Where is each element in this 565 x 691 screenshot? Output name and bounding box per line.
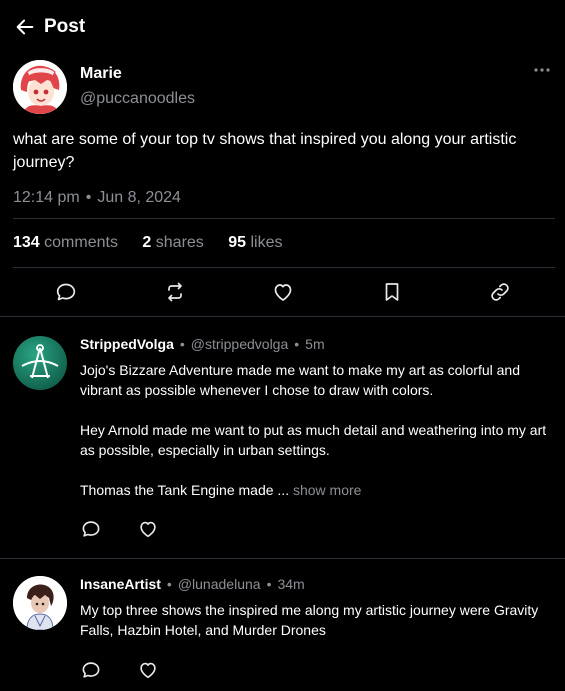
divider <box>13 267 555 268</box>
comment-icon[interactable] <box>54 280 78 304</box>
comment-paragraph: Thomas the Tank Engine made ... <box>80 482 290 498</box>
comments-stat[interactable]: 134 comments <box>13 234 118 252</box>
comment-item: InsaneArtist • @lunadeluna • 34m My top thre… <box>0 558 565 691</box>
comment-paragraph: Hey Arnold made me want to put as much d… <box>80 422 547 458</box>
heart-icon[interactable] <box>271 280 295 304</box>
post-text: what are some of your top tv shows that … <box>13 131 517 171</box>
comment-icon[interactable] <box>80 659 102 681</box>
comment-icon[interactable] <box>80 518 102 540</box>
more-options-icon[interactable] <box>530 62 554 78</box>
separator-dot: • <box>294 336 300 352</box>
avatar[interactable] <box>13 336 67 390</box>
avatar[interactable] <box>13 60 67 114</box>
post-action-bar <box>0 278 565 308</box>
repost-icon[interactable] <box>163 280 187 304</box>
comment-age: 5m <box>305 336 325 352</box>
comment-paragraph: Jojo's Bizzare Adventure made me want to… <box>80 362 520 398</box>
comment-header: StrippedVolga • @strippedvolga • 5m <box>80 336 325 352</box>
comment-author-name[interactable]: StrippedVolga <box>80 336 174 352</box>
divider <box>13 218 555 219</box>
comment-paragraph: My top three shows the inspired me along… <box>80 602 539 638</box>
avatar[interactable] <box>13 576 67 630</box>
show-more-link[interactable]: show more <box>293 482 361 498</box>
comment-item: StrippedVolga • @strippedvolga • 5m Jojo's B… <box>0 316 565 558</box>
page-title: Post <box>44 16 86 37</box>
heart-icon[interactable] <box>137 659 159 681</box>
comment-age: 34m <box>277 576 305 592</box>
comment-header: InsaneArtist • @lunadeluna • 34m <box>80 576 305 592</box>
comment-author-handle[interactable]: @strippedvolga <box>191 336 289 352</box>
author-handle[interactable]: @puccanoodles <box>80 90 195 108</box>
comment-text: My top three shows the inspired me along… <box>80 600 550 640</box>
top-bar: Post <box>0 0 565 54</box>
back-arrow-icon[interactable] <box>14 16 36 38</box>
post-timestamp: 12:14 pm • Jun 8, 2024 <box>13 189 181 207</box>
post-date: Jun 8, 2024 <box>97 189 181 206</box>
shares-stat[interactable]: 2 shares <box>142 234 203 252</box>
likes-stat[interactable]: 95 likes <box>228 234 282 252</box>
comment-text: Jojo's Bizzare Adventure made me want to… <box>80 360 550 500</box>
comment-author-handle[interactable]: @lunadeluna <box>178 576 261 592</box>
heart-icon[interactable] <box>137 518 159 540</box>
author-name[interactable]: Marie <box>80 65 122 83</box>
comment-author-name[interactable]: InsaneArtist <box>80 576 161 592</box>
link-icon[interactable] <box>488 280 512 304</box>
post-time: 12:14 pm <box>13 189 80 206</box>
post-stats: 134 comments 2 shares 95 likes <box>13 234 303 252</box>
separator-dot: • <box>179 336 185 352</box>
bookmark-icon[interactable] <box>380 280 404 304</box>
separator-dot: • <box>266 576 272 592</box>
separator-dot: • <box>85 189 92 206</box>
separator-dot: • <box>166 576 172 592</box>
